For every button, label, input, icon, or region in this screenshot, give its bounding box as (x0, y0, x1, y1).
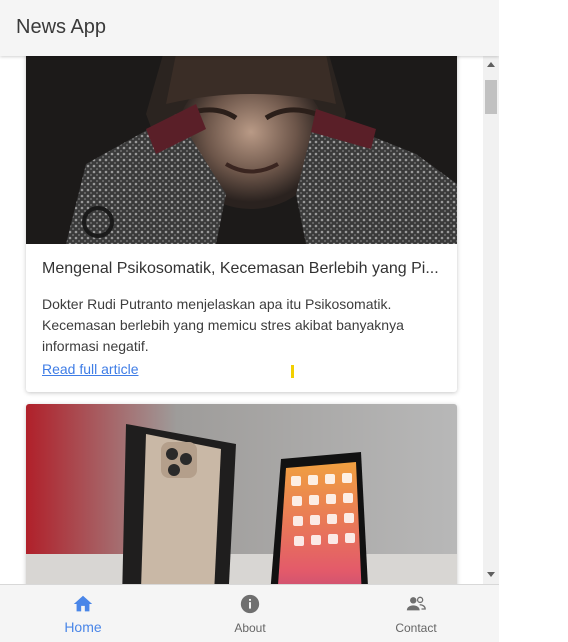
app-window: News App Mengenal Psikosomatik, Kecemasa… (0, 0, 499, 642)
article-card[interactable]: Mengenal Psikosomatik, Kecemasan Berlebi… (26, 56, 457, 392)
text-cursor-marker (291, 365, 294, 378)
info-icon (240, 594, 260, 614)
nav-item-about[interactable]: About (190, 585, 310, 642)
article-card[interactable] (26, 404, 457, 584)
scroll-down-arrow-icon[interactable] (487, 572, 495, 577)
article-list[interactable]: Mengenal Psikosomatik, Kecemasan Berlebi… (0, 56, 483, 584)
home-icon (73, 595, 93, 612)
article-image[interactable] (26, 56, 457, 244)
app-title: News App (16, 16, 107, 38)
nav-item-home[interactable]: Home (23, 585, 143, 642)
read-full-article-link[interactable]: Read full article (42, 361, 139, 377)
contacts-icon (406, 596, 426, 611)
article-title[interactable]: Mengenal Psikosomatik, Kecemasan Berlebi… (42, 260, 442, 278)
scroll-up-arrow-icon[interactable] (487, 62, 495, 67)
scrollbar-thumb[interactable] (485, 80, 497, 114)
nav-item-contact[interactable]: Contact (356, 585, 476, 642)
article-description: Dokter Rudi Putranto menjelaskan apa itu… (42, 296, 404, 354)
nav-label-home: Home (64, 619, 102, 635)
app-bar: News App (0, 0, 499, 56)
nav-label-contact: Contact (395, 621, 437, 635)
bottom-navigation: Home About Contact (0, 584, 499, 642)
vertical-scrollbar[interactable] (483, 56, 499, 584)
nav-label-about: About (234, 621, 266, 635)
article-image[interactable] (26, 404, 457, 584)
